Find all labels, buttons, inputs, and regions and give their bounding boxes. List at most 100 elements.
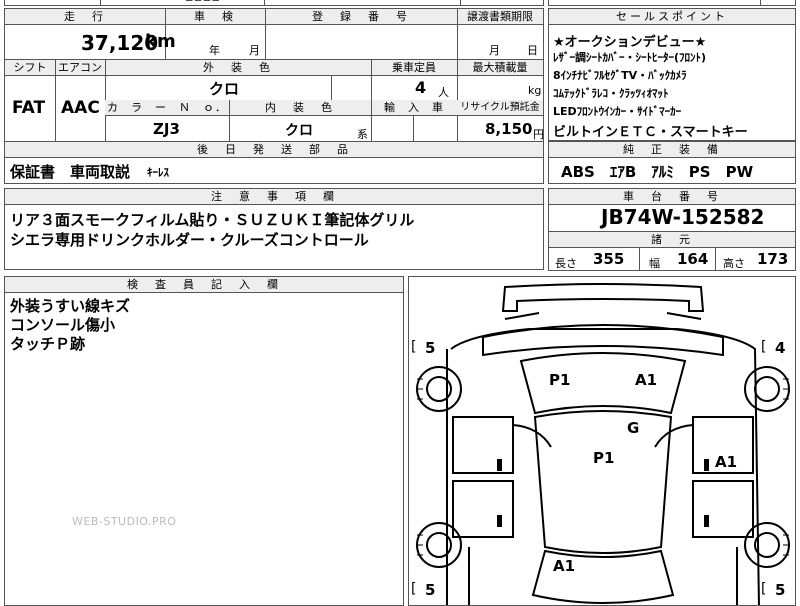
sales-point-6: ビルトインＥＴＣ・スマートキー [553, 125, 748, 140]
exterior-value: クロ [209, 80, 240, 98]
tire-front-left-shape [416, 366, 462, 412]
spec-length-label: 長さ [555, 257, 577, 270]
inspector-line-2: コンソール傷小 [10, 316, 116, 334]
sales-points-box: セールスポイント ★オークションデビュー★ ﾚｻﾞｰ調ｼｰﾄｶﾊﾞｰ・ｼｰﾄﾋｰ… [548, 8, 796, 141]
sales-point-1: ★オークションデビュー★ [553, 35, 707, 50]
tire-rr-depth: 5 [775, 581, 786, 599]
equipment-header: 純 正 装 備 [549, 142, 795, 158]
colorno-value: ZJ3 [153, 120, 180, 138]
interior-value: クロ [285, 123, 313, 139]
import-header: 輸 入 車 [371, 100, 457, 116]
equipment-value: ABS ｴｱB ｱﾙﾐ PS PW [561, 163, 754, 181]
recycle-value: 8,150 [485, 120, 533, 138]
spec-height-value: 173 [757, 250, 789, 268]
inspection-header: 車 検 [165, 9, 265, 25]
inspector-line-3: タッチＰ跡 [10, 335, 86, 353]
right-front-handle [704, 459, 709, 471]
inspector-header: 検 査 員 記 入 欄 [5, 277, 403, 293]
notes-line-2: シエラ専用ドリンクホルダー・クルーズコントロール [10, 231, 369, 249]
aircon-value: AAC [61, 98, 100, 118]
left-rear-handle [497, 515, 502, 527]
tire-fr-depth: 4 [775, 339, 786, 357]
sales-point-2: ﾚｻﾞｰ調ｼｰﾄｶﾊﾞｰ・ｼｰﾄﾋｰﾀｰ(ﾌﾛﾝﾄ) [553, 51, 707, 64]
left-front-handle [497, 459, 502, 471]
right-door-curve [654, 424, 694, 448]
mark-roof: P1 [593, 449, 615, 467]
capacity-value: 4 [415, 78, 427, 97]
chassis-value: JB74W-152582 [601, 205, 765, 229]
tire-rear-right-shape [744, 522, 790, 568]
inspector-box: 検 査 員 記 入 欄 外装うすい線キズ コンソール傷小 タッチＰ跡 [4, 276, 404, 606]
notes-line-1: リア３面スモークフィルム貼り・ＳＵＺＵＫＩ筆記体グリル [10, 211, 415, 229]
maxload-unit: kg [528, 84, 542, 97]
sales-point-5: LEDﾌﾛﾝﾄｳｲﾝｶｰ・ｻｲﾄﾞﾏｰｶｰ [553, 105, 682, 118]
colorno-header: カ ラ ー Ｎ ｏ． [105, 100, 229, 116]
left-front-door-shape [452, 416, 514, 474]
spec-length-value: 355 [593, 250, 625, 268]
front-bumper-shape [501, 283, 705, 312]
mileage-header: 走 行 [5, 9, 165, 25]
chassis-box: 車 台 番 号 JB74W-152582 [548, 188, 796, 232]
top-cutoff-row [4, 0, 544, 6]
sales-point-4: ｺﾑﾃｯｸﾄﾞﾗﾚｺ・ｸﾗｯﾂｨｵﾏｯﾄ [553, 87, 669, 100]
parts-header: 後 日 発 送 部 品 [5, 142, 543, 158]
shift-value: FAT [12, 98, 46, 118]
recycle-header: リサイクル預託金 [457, 100, 543, 116]
mark-rear: A1 [553, 557, 576, 575]
inspection-year-label: 年 [209, 44, 220, 57]
notes-header: 注 意 事 項 欄 [5, 189, 543, 205]
specs-box: 諸 元 長さ 355 幅 164 高さ 173 [548, 231, 796, 271]
tire-rl-depth: 5 [425, 581, 436, 599]
tire-front-right-shape [744, 366, 790, 412]
tire-fr-bracket: [ [761, 339, 767, 355]
rear-panels [468, 547, 738, 605]
capacity-unit: 人 [438, 86, 449, 99]
mark-hood-right: A1 [635, 371, 658, 389]
interior-suffix: 系 [357, 128, 368, 141]
left-rear-door-shape [452, 480, 514, 538]
tire-front-right-hub [754, 376, 780, 402]
body-outline [446, 328, 760, 605]
transfer-header: 譲渡書類期限 [457, 9, 543, 25]
transfer-month-label: 月 [489, 44, 500, 57]
tire-rr-bracket: [ [761, 581, 767, 597]
parts-box: 後 日 発 送 部 品 保証書 車両取説 ｷｰﾚｽ [4, 141, 544, 184]
top-cutoff-sales [548, 0, 796, 6]
left-door-curve [512, 424, 552, 448]
front-details [504, 312, 702, 320]
parts-value-small: ｷｰﾚｽ [147, 166, 169, 179]
row2-box: シフト エアコン 外 装 色 乗車定員 最大積載量 FAT AAC クロ 4 人… [4, 59, 544, 142]
interior-header: 内 装 色 [229, 100, 371, 116]
mileage-unit: km [145, 31, 176, 52]
specs-header: 諸 元 [549, 232, 795, 248]
inspection-month-label: 月 [249, 44, 260, 57]
windshield-shape [519, 352, 687, 415]
notes-box: 注 意 事 項 欄 リア３面スモークフィルム貼り・ＳＵＺＵＫＩ筆記体グリル シエ… [4, 188, 544, 270]
parts-value: 保証書 車両取説 [10, 163, 131, 181]
right-rear-handle [704, 515, 709, 527]
shift-header: シフト [5, 60, 55, 76]
tire-rear-left-shape [416, 522, 462, 568]
mark-right-door: A1 [715, 453, 738, 471]
mark-windshield: G [627, 419, 640, 437]
sales-point-3: 8ｲﾝﾁﾅﾋﾞﾌﾙｾｸﾞTV・ﾊﾞｯｸｶﾒﾗ [553, 69, 687, 82]
spec-height-label: 高さ [723, 257, 745, 270]
tire-fl-bracket: [ [411, 339, 417, 355]
tire-rl-bracket: [ [411, 581, 417, 597]
aircon-header: エアコン [55, 60, 105, 76]
car-diagram [416, 283, 790, 605]
spec-width-label: 幅 [649, 257, 660, 270]
transfer-day-label: 日 [527, 44, 538, 57]
car-diagram-box: [ 5 [ 4 [ 5 [ 5 P1 A1 G P1 A1 A1 [408, 276, 796, 606]
equipment-box: 純 正 装 備 ABS ｴｱB ｱﾙﾐ PS PW [548, 141, 796, 184]
exterior-header: 外 装 色 [105, 60, 371, 76]
right-rear-door-shape [692, 480, 754, 538]
inspector-line-1: 外装うすい線キズ [10, 297, 131, 315]
chassis-header: 車 台 番 号 [549, 189, 795, 205]
capacity-header: 乗車定員 [371, 60, 457, 76]
roof-shape [533, 410, 673, 554]
tire-fl-depth: 5 [425, 339, 436, 357]
regnum-header: 登 録 番 号 [265, 9, 457, 25]
recycle-unit: 円 [533, 128, 544, 141]
mark-hood-left: P1 [549, 371, 571, 389]
